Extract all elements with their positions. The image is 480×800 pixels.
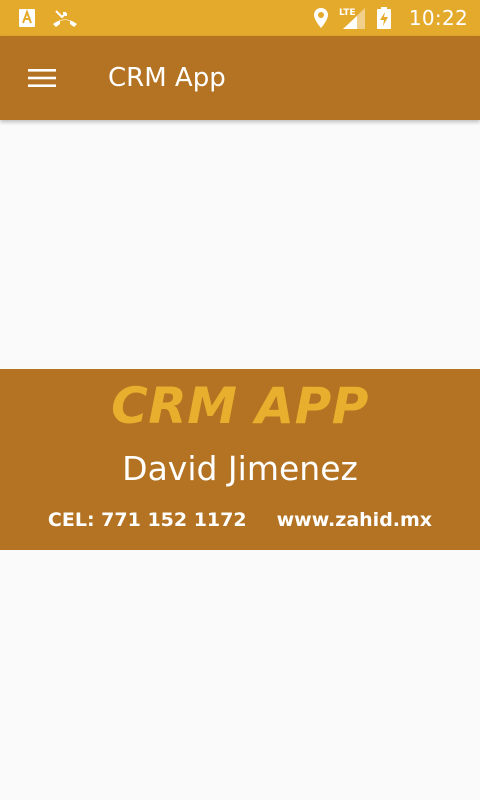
business-card-banner: CRM APP David Jimenez CEL: 771 152 1172 … [0, 369, 480, 550]
network-type-label: LTE [339, 8, 356, 18]
phone-number: CEL: 771 152 1172 [47, 509, 247, 531]
status-bar: LTE 10:22 [0, 0, 480, 36]
menu-button[interactable] [0, 36, 84, 120]
battery-charging-icon [376, 7, 391, 29]
app-title: CRM App [108, 63, 226, 93]
contact-info-row: CEL: 771 152 1172 www.zahid.mx [0, 509, 480, 531]
autofill-icon [18, 8, 36, 28]
hamburger-menu-icon [28, 68, 56, 88]
main-content: CRM APP David Jimenez CEL: 771 152 1172 … [0, 120, 480, 800]
status-time: 10:22 [408, 6, 468, 30]
signal-icon: LTE [339, 6, 367, 30]
app-bar: CRM App [0, 36, 480, 120]
website-link[interactable]: www.zahid.mx [277, 509, 432, 531]
location-icon [313, 7, 329, 29]
missed-call-icon [52, 8, 78, 28]
contact-name: David Jimenez [122, 449, 358, 488]
status-left-icons [0, 0, 78, 36]
brand-title: CRM APP [111, 377, 369, 435]
status-right-icons: LTE 10:22 [313, 0, 480, 36]
